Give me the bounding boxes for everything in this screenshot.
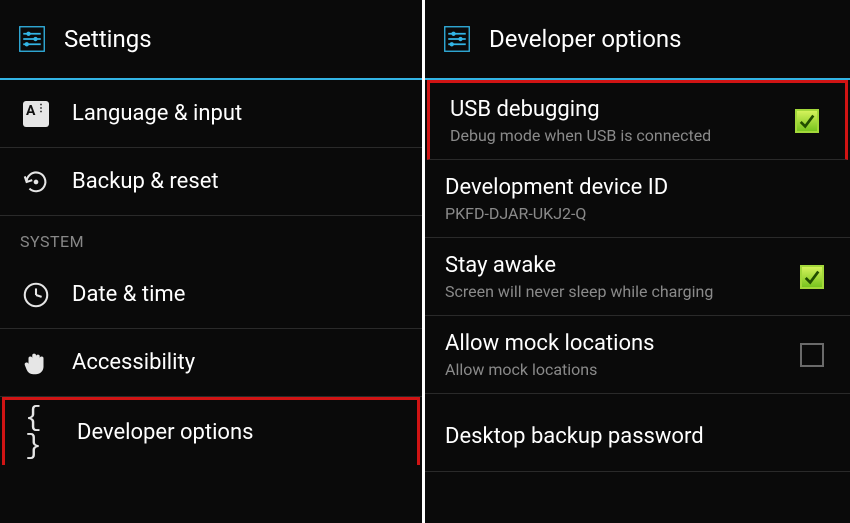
row-mock-locations[interactable]: Allow mock locations Allow mock location…	[425, 316, 850, 394]
hand-icon	[20, 347, 52, 379]
row-dev-device-id[interactable]: Development device ID PKFD-DJAR-UKJ2-Q	[425, 160, 850, 238]
row-text: Allow mock locations Allow mock location…	[445, 331, 655, 379]
clock-icon	[20, 279, 52, 311]
language-icon: A	[20, 98, 52, 130]
item-label: Language & input	[72, 101, 242, 126]
row-text: Development device ID PKFD-DJAR-UKJ2-Q	[445, 175, 668, 223]
settings-header: Settings	[0, 0, 422, 80]
row-subtitle: Allow mock locations	[445, 360, 655, 379]
settings-icon	[18, 25, 46, 53]
item-label: Date & time	[72, 282, 185, 307]
settings-panel: Settings A Language & input Backup & res…	[0, 0, 424, 523]
checkbox-mock-locations[interactable]	[800, 343, 824, 367]
developer-header: Developer options	[425, 0, 850, 80]
row-text: Desktop backup password	[445, 416, 704, 449]
item-label: Backup & reset	[72, 169, 219, 194]
row-title: Stay awake	[445, 253, 713, 278]
checkbox-usb-debugging[interactable]	[795, 109, 819, 133]
settings-icon	[443, 25, 471, 53]
item-accessibility[interactable]: Accessibility	[0, 329, 422, 397]
settings-list: A Language & input Backup & reset SYSTEM	[0, 80, 422, 465]
braces-icon: { }	[25, 417, 57, 449]
row-subtitle: Screen will never sleep while charging	[445, 282, 713, 301]
item-label: Developer options	[77, 420, 253, 445]
row-text: USB debugging Debug mode when USB is con…	[450, 97, 711, 145]
section-system: SYSTEM	[0, 216, 422, 261]
row-subtitle: PKFD-DJAR-UKJ2-Q	[445, 204, 668, 223]
developer-list: USB debugging Debug mode when USB is con…	[425, 80, 850, 472]
item-date-time[interactable]: Date & time	[0, 261, 422, 329]
developer-title: Developer options	[489, 25, 682, 53]
row-title: USB debugging	[450, 97, 711, 122]
row-usb-debugging[interactable]: USB debugging Debug mode when USB is con…	[427, 80, 848, 160]
item-language-input[interactable]: A Language & input	[0, 80, 422, 148]
developer-options-panel: Developer options USB debugging Debug mo…	[424, 0, 850, 523]
row-text: Stay awake Screen will never sleep while…	[445, 253, 713, 301]
row-title: Allow mock locations	[445, 331, 655, 356]
item-label: Accessibility	[72, 350, 195, 375]
settings-title: Settings	[64, 25, 152, 53]
row-title: Desktop backup password	[445, 416, 704, 449]
row-desktop-backup-password[interactable]: Desktop backup password	[425, 394, 850, 472]
row-title: Development device ID	[445, 175, 668, 200]
row-stay-awake[interactable]: Stay awake Screen will never sleep while…	[425, 238, 850, 316]
row-subtitle: Debug mode when USB is connected	[450, 126, 711, 145]
item-developer-options[interactable]: { } Developer options	[2, 397, 420, 465]
item-backup-reset[interactable]: Backup & reset	[0, 148, 422, 216]
restore-icon	[20, 166, 52, 198]
checkbox-stay-awake[interactable]	[800, 265, 824, 289]
